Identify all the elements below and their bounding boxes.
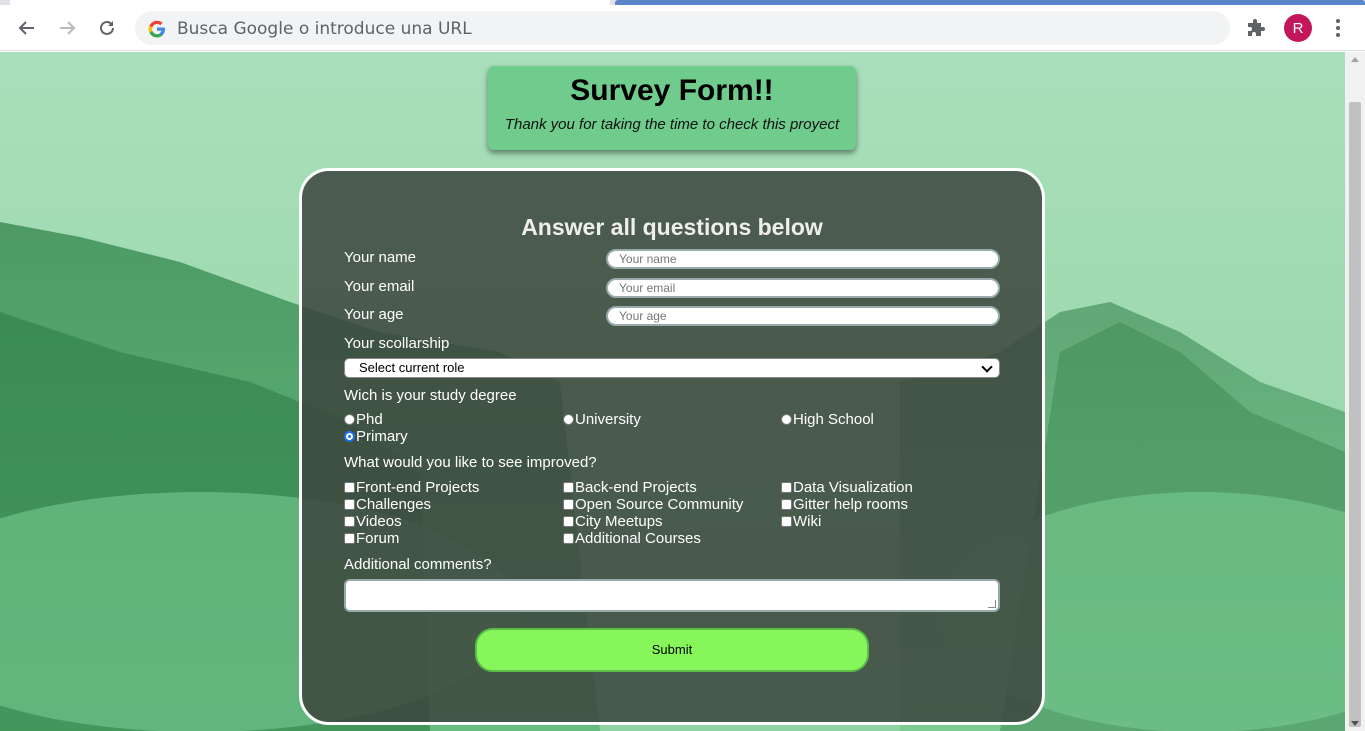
profile-avatar[interactable]: R <box>1284 14 1312 42</box>
browser-toolbar: Busca Google o introduce una URL R <box>0 5 1365 51</box>
checkbox-challenges[interactable]: Challenges <box>344 496 431 513</box>
checkbox[interactable] <box>563 516 574 527</box>
checkbox[interactable] <box>344 516 355 527</box>
radio-label: University <box>575 411 641 428</box>
radio-button[interactable] <box>781 414 792 425</box>
checkbox-label: Additional Courses <box>575 530 701 547</box>
checkbox[interactable] <box>781 516 792 527</box>
checkbox[interactable] <box>344 533 355 544</box>
checkbox-city-meetups[interactable]: City Meetups <box>563 513 663 530</box>
name-label: Your name <box>344 249 416 266</box>
page-viewport: Survey Form!! Thank you for taking the t… <box>0 52 1345 731</box>
name-input[interactable]: Your name <box>606 249 1000 269</box>
scholarship-select[interactable]: Select current role <box>344 358 1000 378</box>
checkbox-label: Front-end Projects <box>356 479 480 496</box>
comments-textarea[interactable] <box>344 579 1000 612</box>
comments-label: Additional comments? <box>344 556 492 573</box>
header-card: Survey Form!! Thank you for taking the t… <box>488 66 856 150</box>
radio-button-selected[interactable] <box>344 431 355 442</box>
arrow-left-icon <box>18 21 34 35</box>
checkbox-back-end[interactable]: Back-end Projects <box>563 479 697 496</box>
checkbox-label: Videos <box>356 513 402 530</box>
kebab-menu-icon[interactable] <box>1330 17 1346 39</box>
checkbox[interactable] <box>344 499 355 510</box>
back-button[interactable] <box>12 13 42 43</box>
checkbox[interactable] <box>563 499 574 510</box>
checkbox[interactable] <box>563 533 574 544</box>
improve-label: What would you like to see improved? <box>344 454 597 471</box>
scroll-down-icon[interactable] <box>1351 721 1359 726</box>
age-input[interactable]: Your age <box>606 306 1000 326</box>
age-label: Your age <box>344 306 404 323</box>
radio-label: Phd <box>356 411 383 428</box>
checkbox[interactable] <box>563 482 574 493</box>
resize-grip-icon[interactable] <box>988 600 996 608</box>
checkbox-label: Back-end Projects <box>575 479 697 496</box>
scholarship-label: Your scollarship <box>344 335 450 352</box>
checkbox-data-viz[interactable]: Data Visualization <box>781 479 913 496</box>
radio-label: Primary <box>356 428 408 445</box>
select-value: Select current role <box>359 360 465 375</box>
checkbox[interactable] <box>344 482 355 493</box>
checkbox[interactable] <box>781 499 792 510</box>
extensions-icon[interactable] <box>1245 18 1267 40</box>
google-icon <box>148 20 165 38</box>
reload-button[interactable] <box>92 13 122 43</box>
radio-label: High School <box>793 411 874 428</box>
checkbox-open-source[interactable]: Open Source Community <box>563 496 743 513</box>
radio-university[interactable]: University <box>563 411 641 428</box>
checkbox-front-end[interactable]: Front-end Projects <box>344 479 479 496</box>
address-bar[interactable]: Busca Google o introduce una URL <box>135 11 1230 45</box>
checkbox-label: Data Visualization <box>793 479 913 496</box>
arrow-right-icon <box>60 21 76 35</box>
reload-icon <box>100 20 114 35</box>
forward-button[interactable] <box>52 13 82 43</box>
checkbox[interactable] <box>781 482 792 493</box>
checkbox-label: Gitter help rooms <box>793 496 909 513</box>
radio-button[interactable] <box>344 414 355 425</box>
email-input[interactable]: Your email <box>606 278 1000 298</box>
checkbox-label: Open Source Community <box>575 496 744 513</box>
checkbox-label: Forum <box>356 530 400 547</box>
email-label: Your email <box>344 278 415 295</box>
page-scrollbar[interactable] <box>1345 52 1365 731</box>
checkbox-gitter[interactable]: Gitter help rooms <box>781 496 908 513</box>
form-heading: Answer all questions below <box>521 214 823 240</box>
scroll-up-icon[interactable] <box>1351 57 1359 62</box>
page-title: Survey Form!! <box>570 74 774 107</box>
checkbox-videos[interactable]: Videos <box>344 513 402 530</box>
checkbox-forum[interactable]: Forum <box>344 530 399 547</box>
checkbox-label: Challenges <box>356 496 432 513</box>
radio-high-school[interactable]: High School <box>781 411 874 428</box>
checkbox-label: City Meetups <box>575 513 663 530</box>
checkbox-wiki[interactable]: Wiki <box>781 513 821 530</box>
radio-button[interactable] <box>563 414 574 425</box>
chevron-down-icon <box>981 361 993 373</box>
degree-label: Wich is your study degree <box>344 387 517 404</box>
survey-form: Answer all questions below Your name You… <box>299 168 1045 725</box>
checkbox-additional-courses[interactable]: Additional Courses <box>563 530 701 547</box>
radio-primary[interactable]: Primary <box>344 428 408 445</box>
address-input[interactable]: Busca Google o introduce una URL <box>177 19 472 39</box>
checkbox-label: Wiki <box>793 513 822 530</box>
radio-phd[interactable]: Phd <box>344 411 383 428</box>
scrollbar-thumb[interactable] <box>1349 102 1361 727</box>
submit-button[interactable]: Submit <box>475 628 869 672</box>
page-subtitle: Thank you for taking the time to check t… <box>504 116 840 133</box>
